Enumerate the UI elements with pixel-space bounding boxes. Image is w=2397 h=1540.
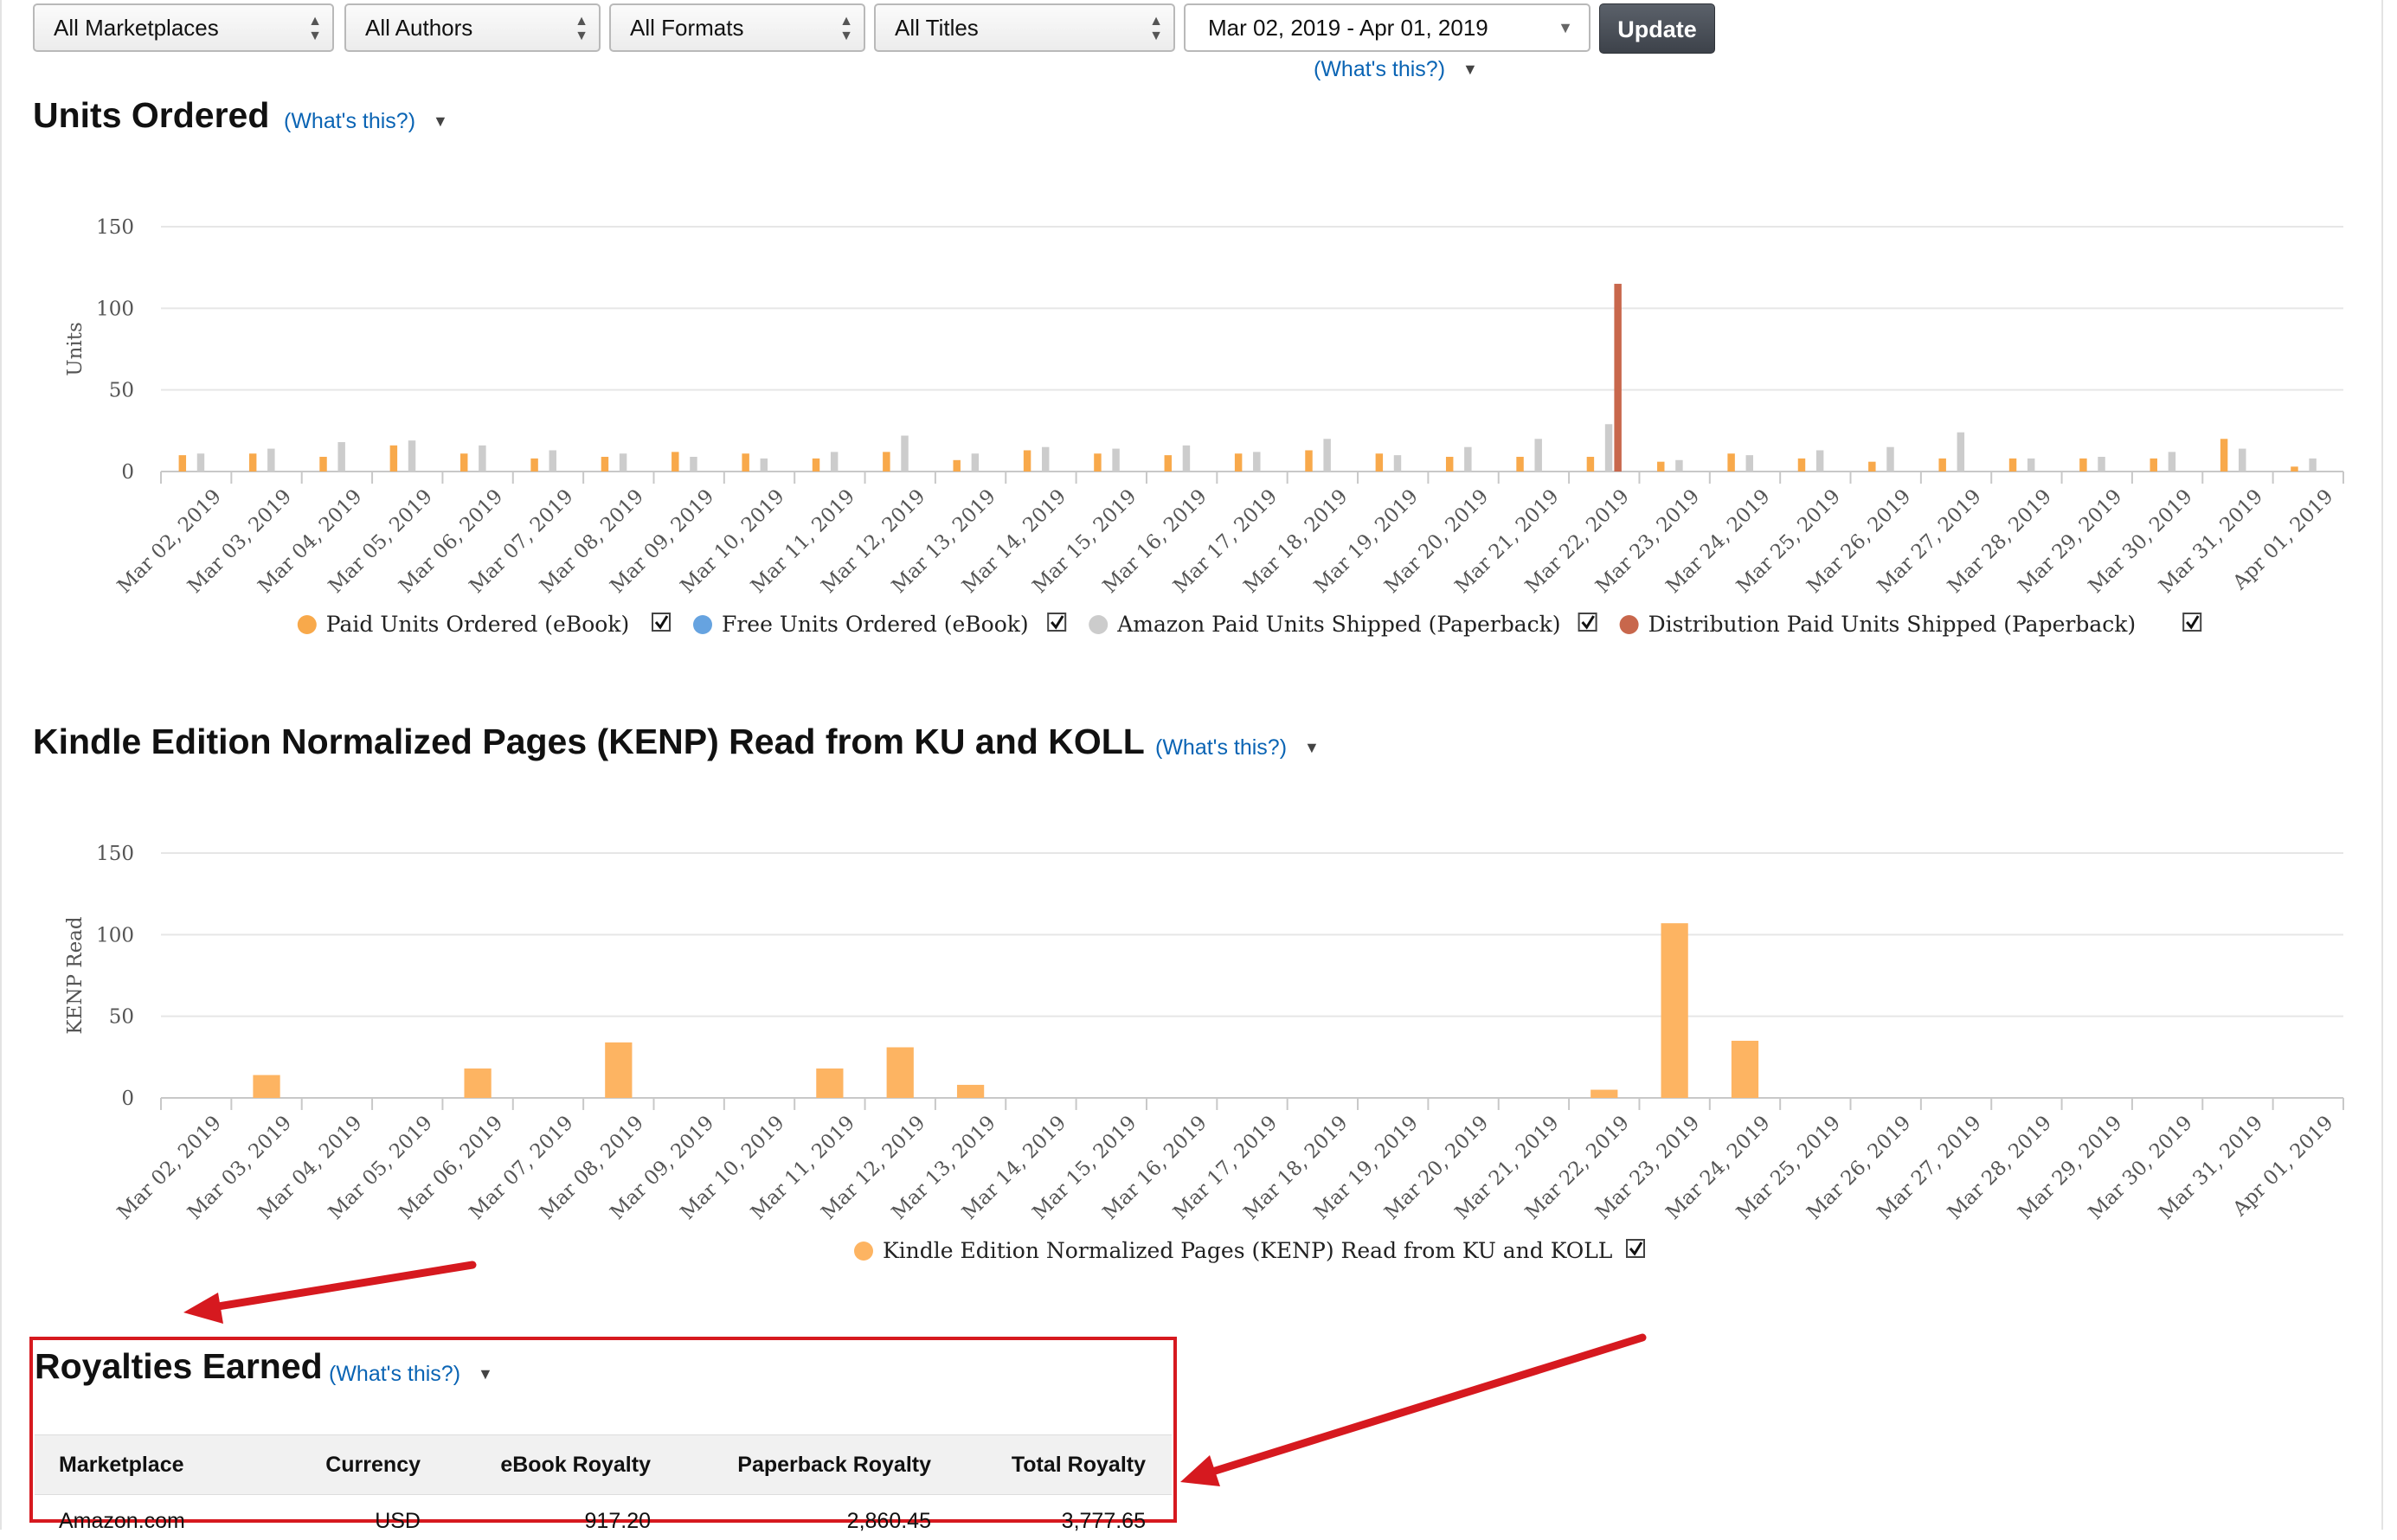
annotation-arrows: [183, 1261, 1647, 1486]
caret-down-icon[interactable]: ▼: [478, 1365, 493, 1383]
annotation-arrow-right-head: [1180, 1455, 1220, 1486]
cell-marketplace: Amazon.com: [59, 1509, 185, 1533]
royalties-title: Royalties Earned: [35, 1346, 323, 1386]
table-row: Amazon.com USD 917.20 2,860.45 3,777.65: [35, 1495, 1172, 1538]
annotation-arrow-left-head: [183, 1293, 223, 1324]
annotation-arrow-left-shaft: [203, 1261, 477, 1312]
cell-currency: USD: [375, 1509, 421, 1533]
royalties-whats-this-link[interactable]: (What's this?): [329, 1362, 460, 1387]
royalties-table-header: Marketplace Currency eBook Royalty Paper…: [35, 1434, 1172, 1495]
column-header-total-royalty: Total Royalty: [1011, 1453, 1146, 1477]
annotation-arrow-right-shaft: [1205, 1333, 1647, 1477]
cell-total-royalty: 3,777.65: [1061, 1509, 1146, 1533]
column-header-paperback-royalty: Paperback Royalty: [737, 1453, 931, 1477]
column-header-ebook-royalty: eBook Royalty: [500, 1453, 651, 1477]
column-header-currency: Currency: [325, 1453, 421, 1477]
royalties-table: Marketplace Currency eBook Royalty Paper…: [35, 1434, 1172, 1538]
cell-ebook-royalty: 917.20: [584, 1509, 651, 1533]
column-header-marketplace: Marketplace: [59, 1453, 184, 1477]
cell-paperback-royalty: 2,860.45: [846, 1509, 931, 1533]
